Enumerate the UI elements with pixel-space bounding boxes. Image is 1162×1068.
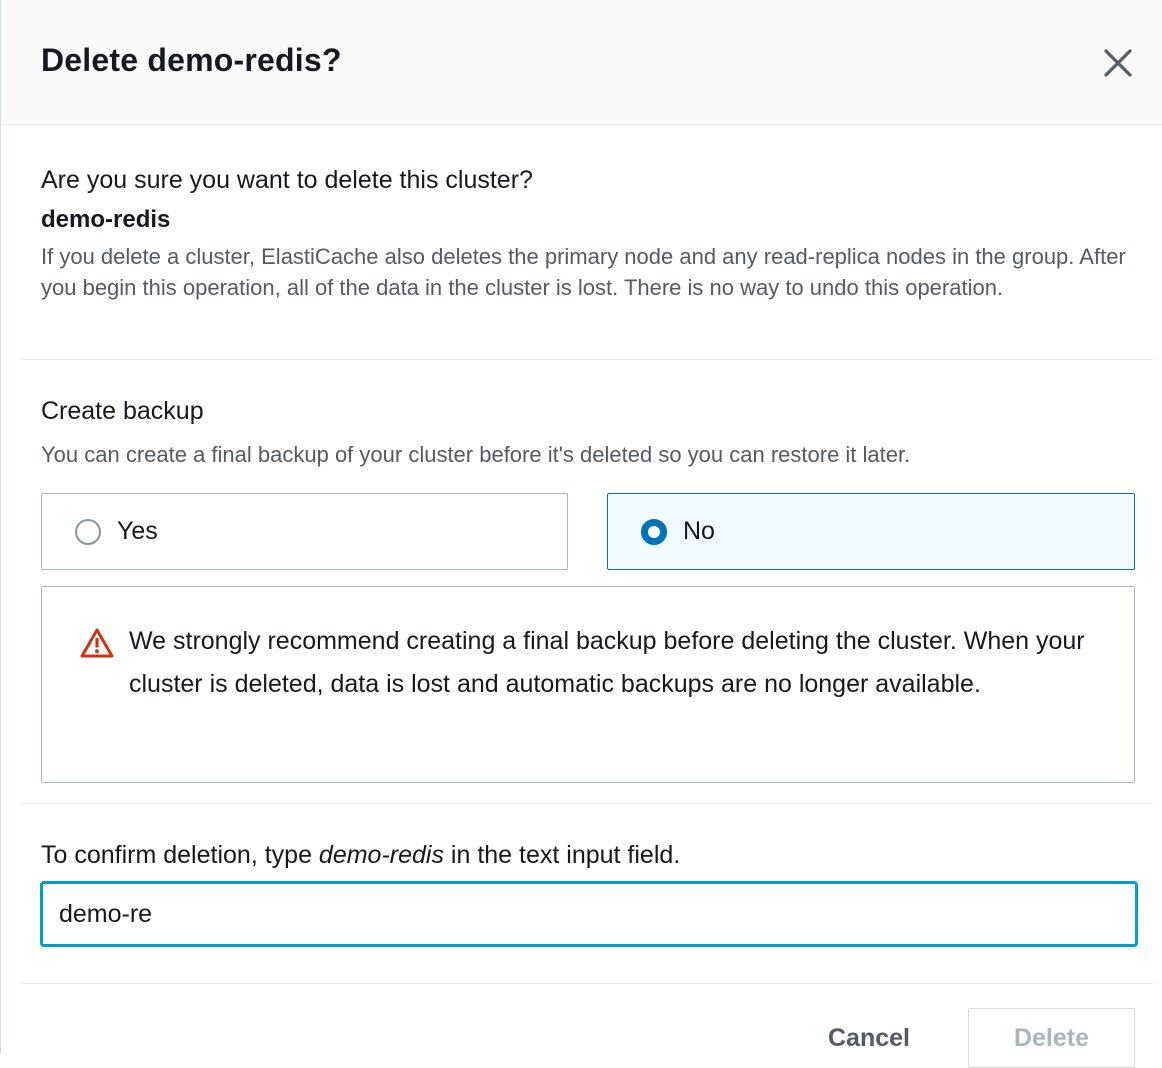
- radio-unchecked-icon[interactable]: [75, 518, 101, 545]
- divider: [21, 359, 1153, 360]
- cluster-name: demo-redis: [41, 206, 171, 233]
- close-button[interactable]: [1097, 42, 1139, 84]
- modal-header: Delete demo-redis?: [1, 0, 1162, 125]
- confirmation-section: Are you sure you want to delete this clu…: [41, 164, 1131, 303]
- delete-button[interactable]: Delete: [968, 1008, 1135, 1068]
- backup-description: You can create a final backup of your cl…: [41, 442, 911, 467]
- modal-title: Delete demo-redis?: [41, 42, 342, 78]
- confirm-label-prefix: To confirm deletion, type: [41, 841, 319, 869]
- warning-icon: [80, 628, 114, 658]
- backup-option-yes-label: Yes: [117, 517, 158, 545]
- backup-warning-alert: We strongly recommend creating a final b…: [41, 586, 1135, 783]
- backup-option-no[interactable]: No: [607, 493, 1135, 570]
- divider: [21, 983, 1153, 984]
- confirm-deletion-label: To confirm deletion, type demo-redis in …: [41, 838, 680, 872]
- delete-cluster-modal: Delete demo-redis? Are you sure you want…: [0, 0, 1162, 1068]
- radio-checked-icon[interactable]: [641, 518, 667, 545]
- backup-label: Create backup: [41, 397, 204, 425]
- confirm-deletion-input[interactable]: [41, 882, 1137, 946]
- confirmation-question: Are you sure you want to delete this clu…: [41, 166, 533, 194]
- backup-option-no-label: No: [683, 517, 715, 545]
- confirm-label-suffix: in the text input field.: [443, 841, 681, 869]
- cancel-button[interactable]: Cancel: [809, 1008, 929, 1068]
- backup-warning-text: We strongly recommend creating a final b…: [129, 627, 1085, 698]
- deletion-description: If you delete a cluster, ElastiCache als…: [41, 244, 1126, 300]
- divider: [21, 803, 1153, 804]
- confirm-label-cluster-name: demo-redis: [318, 841, 444, 869]
- backup-option-yes[interactable]: Yes: [41, 493, 568, 570]
- close-icon: [1104, 49, 1132, 77]
